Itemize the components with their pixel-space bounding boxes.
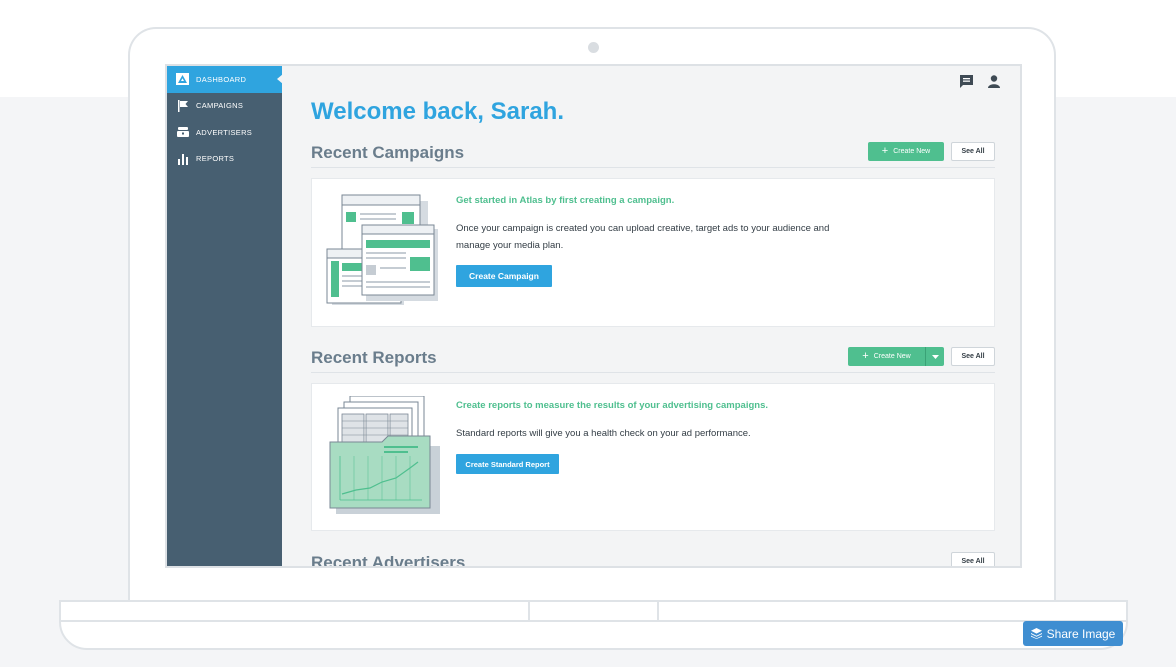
create-standard-report-button[interactable]: Create Standard Report: [456, 454, 559, 474]
flag-icon: [176, 99, 189, 112]
sidebar-item-dashboard[interactable]: DASHBOARD: [167, 66, 283, 93]
user-icon[interactable]: [988, 75, 1000, 93]
create-new-label: Create New: [873, 353, 911, 360]
campaigns-see-all-button[interactable]: See All: [951, 142, 995, 161]
bar-chart-icon: [176, 153, 189, 165]
reports-card-heading: Create reports to measure the results of…: [456, 400, 769, 411]
reports-section-title: Recent Reports: [311, 348, 437, 367]
sidebar: DASHBOARD CAMPAIGNS ADVERTISERS REPORTS: [167, 66, 283, 566]
reports-empty-card: Create reports to measure the results of…: [311, 383, 995, 531]
create-report-dropdown-toggle[interactable]: [925, 347, 944, 366]
share-image-button[interactable]: Share Image: [1023, 621, 1123, 646]
briefcase-icon: [176, 126, 189, 138]
main-content: Welcome back, Sarah. Recent Campaigns + …: [282, 66, 1020, 568]
app-screen: DASHBOARD CAMPAIGNS ADVERTISERS REPORTS: [165, 64, 1022, 568]
share-image-label: Share Image: [1046, 626, 1116, 641]
chat-icon[interactable]: [960, 75, 973, 93]
reports-card-text: Standard reports will give you a health …: [456, 428, 751, 439]
campaigns-card-heading: Get started in Atlas by first creating a…: [456, 195, 675, 206]
create-report-new-button[interactable]: + Create New: [848, 347, 925, 366]
chevron-down-icon: [931, 354, 939, 359]
laptop-base-edge: [61, 620, 1126, 622]
campaigns-section-title: Recent Campaigns: [311, 143, 465, 162]
report-illustration: [329, 396, 440, 514]
campaigns-card-text: Once your campaign is created you can up…: [456, 223, 830, 251]
advertisers-section-title: Recent Advertisers: [311, 553, 466, 568]
atlas-logo-icon: [176, 73, 189, 86]
sidebar-item-label: DASHBOARD: [196, 74, 247, 84]
campaigns-empty-card: Get started in Atlas by first creating a…: [311, 178, 995, 327]
plus-icon: +: [881, 145, 889, 157]
campaign-illustration: [326, 194, 438, 305]
sidebar-item-label: ADVERTISERS: [196, 127, 253, 137]
section-divider: [311, 167, 995, 168]
create-new-label: Create New: [893, 148, 931, 155]
reports-see-all-button[interactable]: See All: [951, 347, 995, 366]
create-campaign-new-button[interactable]: + Create New: [868, 142, 944, 161]
laptop-camera: [588, 42, 599, 53]
plus-icon: +: [862, 350, 869, 362]
sidebar-item-reports[interactable]: REPORTS: [167, 146, 282, 173]
laptop-base: [59, 600, 1128, 650]
header-icons: [960, 75, 1000, 93]
laptop-trackpad-notch: [528, 602, 659, 620]
page-title: Welcome back, Sarah.: [311, 98, 565, 125]
sidebar-item-campaigns[interactable]: CAMPAIGNS: [167, 93, 282, 120]
sidebar-item-label: REPORTS: [196, 154, 235, 164]
layers-icon: [1030, 628, 1042, 639]
advertisers-see-all-button[interactable]: See All: [951, 552, 995, 566]
section-divider: [311, 372, 995, 373]
sidebar-item-label: CAMPAIGNS: [196, 101, 244, 111]
sidebar-item-advertisers[interactable]: ADVERTISERS: [167, 119, 282, 146]
create-campaign-button[interactable]: Create Campaign: [456, 265, 552, 287]
